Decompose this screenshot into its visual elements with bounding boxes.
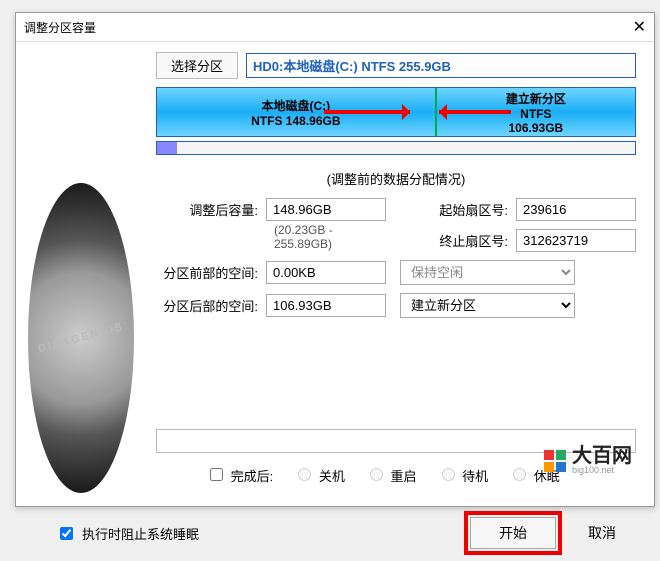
after-done-standby[interactable]: 待机 bbox=[437, 465, 489, 485]
partition-mini-bar bbox=[156, 141, 636, 155]
after-done-checkbox[interactable]: 完成后: bbox=[206, 465, 273, 485]
start-sector-label: 起始扇区号: bbox=[406, 200, 516, 219]
end-sector-input[interactable] bbox=[516, 229, 636, 252]
adjusted-size-label: 调整后容量: bbox=[156, 200, 266, 219]
prevent-sleep-checkbox[interactable]: 执行时阻止系统睡眠 bbox=[56, 524, 199, 543]
partition-c-sub: NTFS 148.96GB bbox=[251, 114, 340, 128]
titlebar: 调整分区容量 ✕ bbox=[16, 13, 654, 42]
watermark: 大百网 big100.net bbox=[544, 446, 632, 475]
space-after-select[interactable]: 建立新分区 bbox=[400, 293, 575, 318]
start-button-highlight: 开始 bbox=[464, 511, 562, 555]
adjusted-size-input[interactable] bbox=[266, 198, 386, 221]
dialog-window: 调整分区容量 ✕ DISKGENIUS 选择分区 HD0:本地磁盘(C:) NT… bbox=[15, 12, 655, 507]
section-title: (调整前的数据分配情况) bbox=[156, 169, 636, 188]
partition-new-sub: NTFS bbox=[520, 107, 551, 121]
space-after-input[interactable] bbox=[266, 294, 386, 317]
partition-visual[interactable]: 本地磁盘(C:) NTFS 148.96GB 建立新分区 NTFS 106.93… bbox=[156, 87, 636, 137]
start-button[interactable]: 开始 bbox=[470, 517, 556, 549]
watermark-logo-icon bbox=[544, 450, 566, 472]
window-title: 调整分区容量 bbox=[24, 19, 96, 36]
close-icon[interactable]: ✕ bbox=[626, 17, 646, 37]
select-partition-button[interactable]: 选择分区 bbox=[156, 52, 238, 79]
disk-illustration-label: DISKGENIUS bbox=[37, 321, 126, 355]
partition-new-name: 建立新分区 bbox=[506, 90, 566, 107]
start-sector-input[interactable] bbox=[516, 198, 636, 221]
partition-new-size: 106.93GB bbox=[508, 121, 563, 135]
space-before-select[interactable]: 保持空闲 bbox=[400, 260, 575, 285]
disk-illustration: DISKGENIUS bbox=[28, 183, 134, 493]
footer: 执行时阻止系统睡眠 开始 取消 bbox=[16, 505, 654, 561]
space-after-label: 分区后部的空间: bbox=[156, 296, 266, 315]
main-panel: 选择分区 HD0:本地磁盘(C:) NTFS 255.9GB 本地磁盘(C:) … bbox=[146, 42, 654, 505]
partition-c-name: 本地磁盘(C:) bbox=[262, 97, 331, 114]
space-before-label: 分区前部的空间: bbox=[156, 263, 266, 282]
arrow-left-icon bbox=[439, 110, 511, 114]
end-sector-label: 终止扇区号: bbox=[406, 231, 516, 250]
cancel-button[interactable]: 取消 bbox=[580, 518, 624, 548]
sidebar: DISKGENIUS bbox=[16, 42, 146, 505]
space-before-input[interactable] bbox=[266, 261, 386, 284]
size-range-hint: (20.23GB - 255.89GB) bbox=[156, 223, 386, 252]
after-done-restart[interactable]: 重启 bbox=[365, 465, 417, 485]
arrow-right-icon bbox=[324, 110, 410, 114]
after-done-shutdown[interactable]: 关机 bbox=[293, 465, 345, 485]
watermark-url: big100.net bbox=[572, 466, 632, 475]
disk-header-info: HD0:本地磁盘(C:) NTFS 255.9GB bbox=[246, 53, 636, 78]
watermark-name: 大百网 bbox=[572, 446, 632, 466]
